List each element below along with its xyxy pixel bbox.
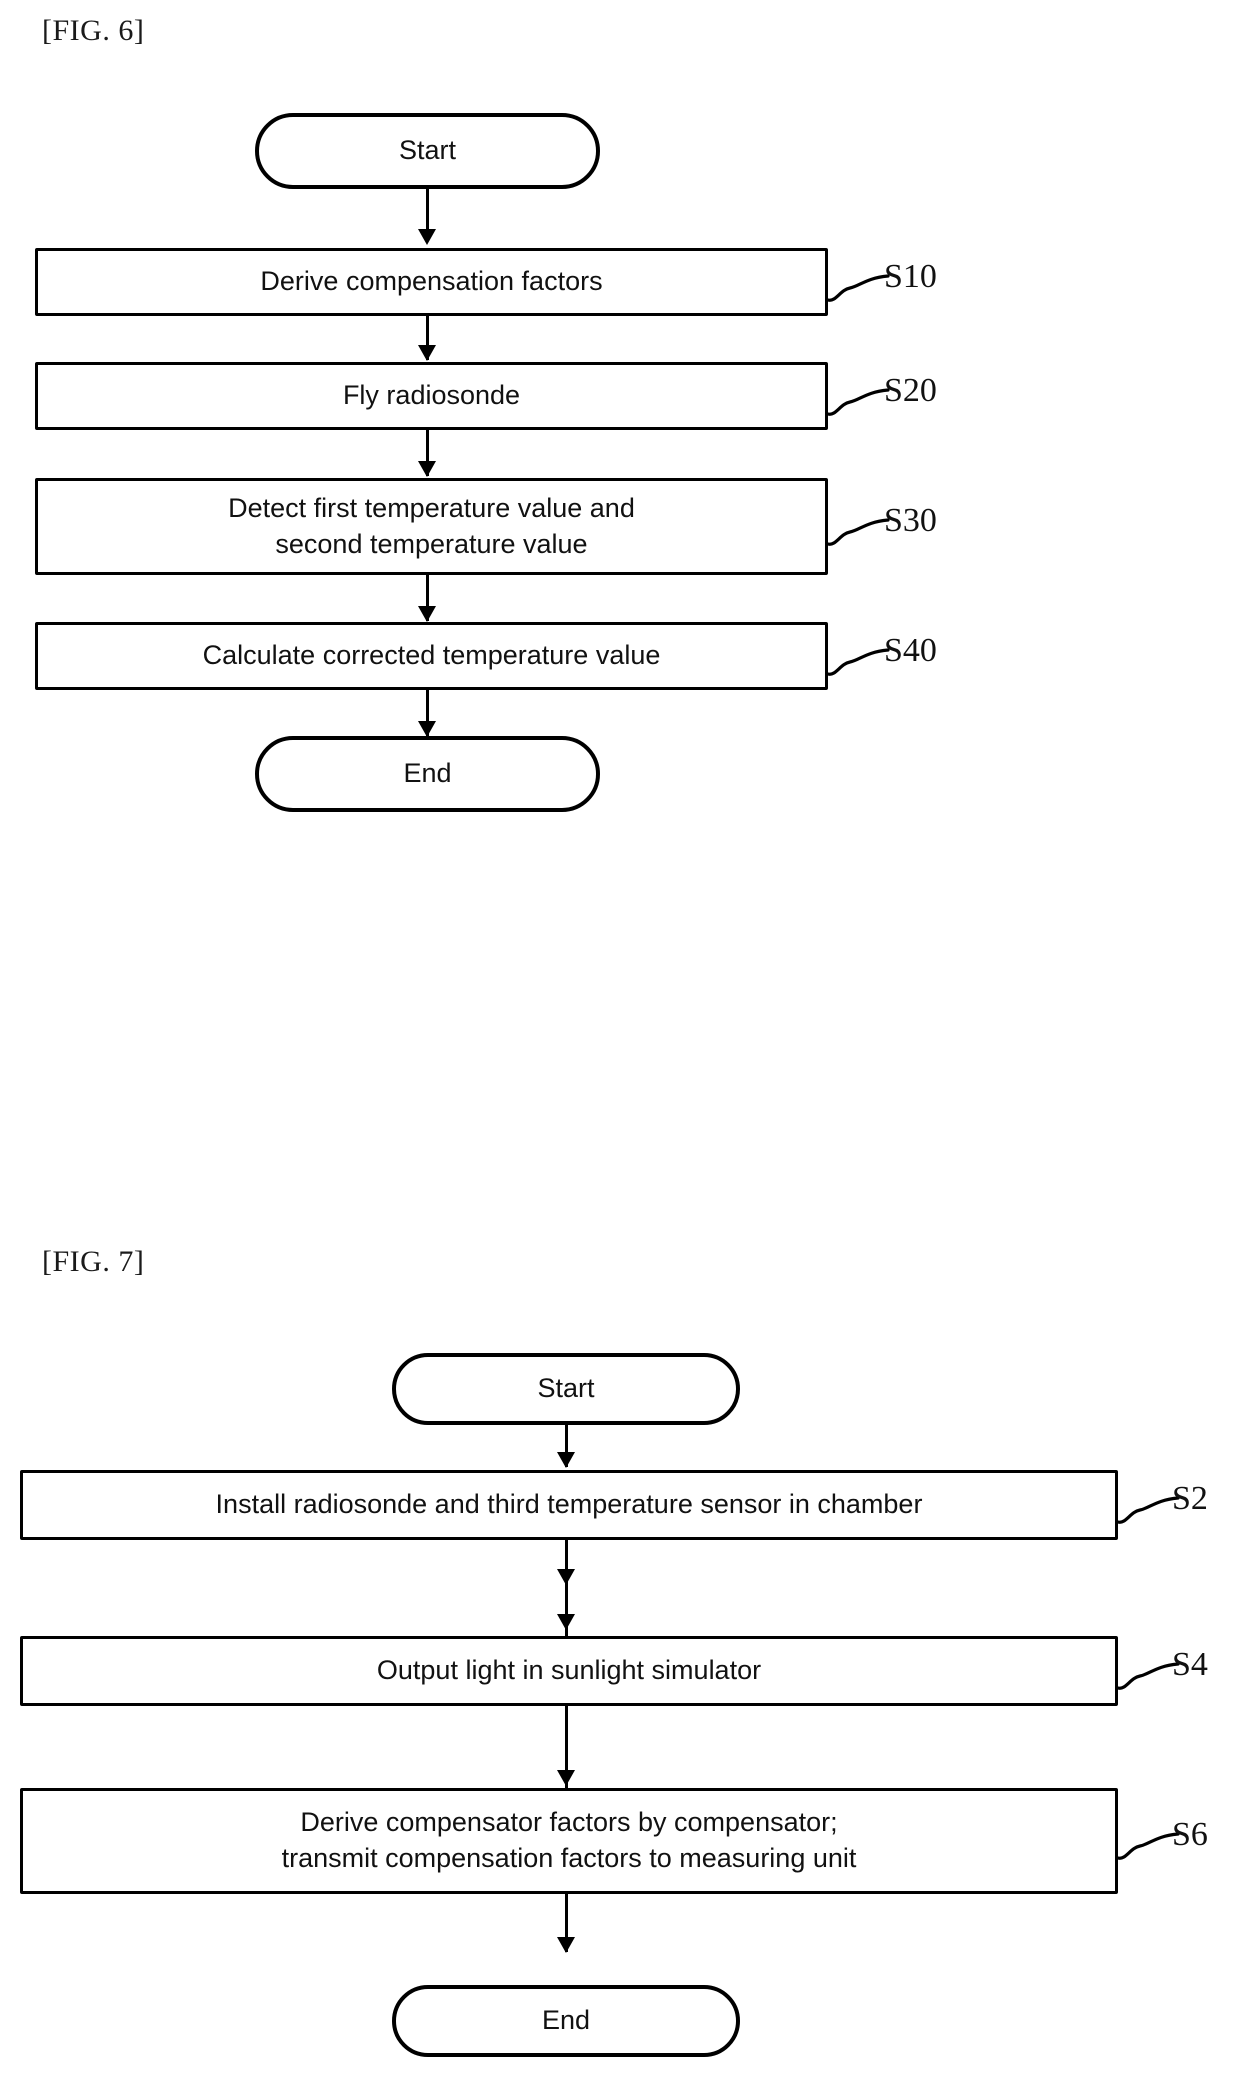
fig7-step-box-s4: Output light in sunlight simulator [20, 1636, 1118, 1706]
fig7-start-label: Start [537, 1373, 595, 1404]
fig7-step-text-s6: Derive compensator factors by compensato… [281, 1807, 857, 1873]
fig7-arrowhead-s6-end [557, 1937, 575, 1953]
figure-7-caption: [FIG. 7] [42, 1245, 145, 1278]
fig7-arrowhead-s2-s4-span [557, 1614, 575, 1630]
fig7-arrowhead-start-s2 [557, 1452, 575, 1468]
fig7-start-terminator: Start [392, 1353, 740, 1425]
fig7-step-text-s2: Install radiosonde and third temperature… [215, 1489, 923, 1520]
fig7-step-ref-s6: S6 [1172, 1816, 1208, 1853]
fig7-step-text-s4: Output light in sunlight simulator [376, 1655, 762, 1686]
fig7-end-terminator: End [392, 1985, 740, 2057]
fig7-step-box-s2: Install radiosonde and third temperature… [20, 1470, 1118, 1540]
fig7-step-ref-s2: S2 [1172, 1480, 1208, 1517]
figure-7: [FIG. 7] Start Install radiosonde and th… [0, 0, 1240, 2079]
fig7-step-box-s6: Derive compensator factors by compensato… [20, 1788, 1118, 1894]
fig7-arrowhead-s4-s6 [557, 1770, 575, 1786]
fig7-step-ref-s4: S4 [1172, 1646, 1208, 1683]
fig7-end-label: End [541, 2005, 591, 2036]
patent-drawing-sheet: [FIG. 6] Start Derive compensation facto… [0, 0, 1240, 2079]
